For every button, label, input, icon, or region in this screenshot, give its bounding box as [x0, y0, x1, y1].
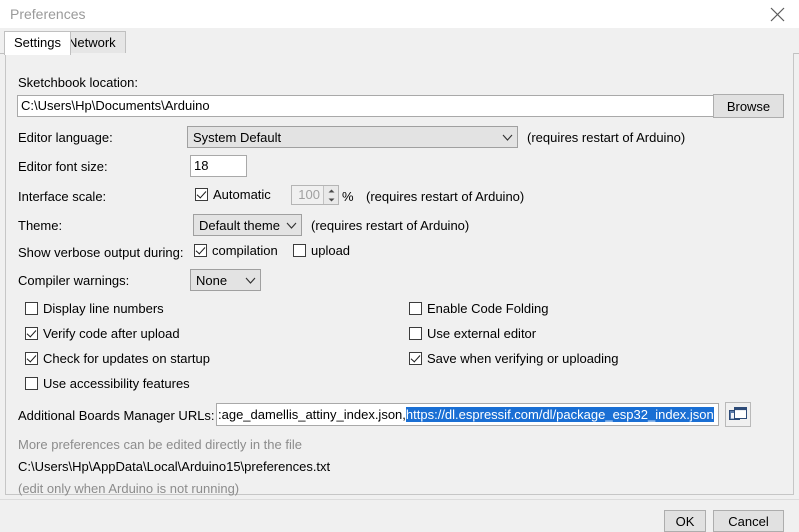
checkbox-verify-code-after-upload[interactable]: Verify code after upload [25, 326, 180, 341]
interface-scale-hint: (requires restart of Arduino) [366, 189, 524, 204]
compiler-warnings-value: None [191, 273, 240, 288]
cascade-windows-icon [729, 407, 747, 423]
interface-scale-label: Interface scale: [18, 189, 106, 204]
checkbox-use-accessibility-features[interactable]: Use accessibility features [25, 376, 190, 391]
interface-scale-percent-stepper[interactable]: 100 [291, 185, 339, 205]
compiler-warnings-label: Compiler warnings: [18, 273, 129, 288]
verbose-upload-label: upload [311, 243, 350, 258]
editor-language-select[interactable]: System Default [187, 126, 518, 148]
interface-scale-percent-value: 100 [292, 186, 323, 204]
close-button[interactable] [755, 0, 799, 28]
tab-strip: Settings Network [0, 28, 799, 54]
checkbox-box [25, 302, 38, 315]
checkbox-label: Enable Code Folding [427, 301, 548, 316]
checkbox-display-line-numbers[interactable]: Display line numbers [25, 301, 164, 316]
ok-button[interactable]: OK [664, 510, 706, 532]
interface-scale-automatic-label: Automatic [213, 187, 271, 202]
tab-settings[interactable]: Settings [4, 31, 71, 55]
checkbox-box [25, 327, 38, 340]
theme-label: Theme: [18, 218, 62, 233]
stepper-down-icon [324, 195, 338, 204]
verbose-output-label: Show verbose output during: [18, 245, 184, 260]
close-icon [770, 7, 785, 22]
editor-language-hint: (requires restart of Arduino) [527, 130, 685, 145]
checkbox-label: Use accessibility features [43, 376, 190, 391]
footer-separator [0, 499, 799, 500]
chevron-down-icon [240, 277, 260, 284]
browse-button[interactable]: Browse [713, 94, 784, 118]
footnote-preferences-path: C:\Users\Hp\AppData\Local\Arduino15\pref… [18, 459, 330, 474]
sketchbook-location-input[interactable]: C:\Users\Hp\Documents\Arduino [17, 95, 714, 117]
checkbox-check-for-updates-on-startup[interactable]: Check for updates on startup [25, 351, 210, 366]
checkbox-box [25, 377, 38, 390]
chevron-down-icon [497, 134, 517, 141]
theme-hint: (requires restart of Arduino) [311, 218, 469, 233]
editor-font-size-input[interactable]: 18 [190, 155, 247, 177]
checkbox-box [25, 352, 38, 365]
checkbox-box [409, 352, 422, 365]
cancel-button[interactable]: Cancel [713, 510, 784, 532]
sketchbook-location-label: Sketchbook location: [18, 75, 138, 90]
checkbox-save-when-verifying-or-uploading[interactable]: Save when verifying or uploading [409, 351, 619, 366]
chevron-down-icon [281, 222, 301, 229]
boards-urls-selected-text: https://dl.espressif.com/dl/package_esp3… [406, 407, 714, 422]
verbose-compilation-label: compilation [212, 243, 278, 258]
editor-language-value: System Default [188, 130, 497, 145]
checkbox-box [195, 188, 208, 201]
boards-urls-text-before: :age_damellis_attiny_index.json, [218, 407, 406, 422]
title-bar: Preferences [0, 0, 799, 28]
checkbox-label: Verify code after upload [43, 326, 180, 341]
checkbox-label: Display line numbers [43, 301, 164, 316]
ok-button-label: OK [676, 514, 695, 529]
checkbox-label: Use external editor [427, 326, 536, 341]
verbose-compilation-checkbox[interactable]: compilation [194, 243, 278, 258]
boards-urls-expand-button[interactable] [725, 402, 751, 427]
editor-font-size-label: Editor font size: [18, 159, 108, 174]
interface-scale-percent-symbol: % [342, 189, 354, 204]
boards-manager-urls-label: Additional Boards Manager URLs: [18, 408, 215, 423]
checkbox-use-external-editor[interactable]: Use external editor [409, 326, 536, 341]
checkbox-label: Check for updates on startup [43, 351, 210, 366]
checkbox-box [293, 244, 306, 257]
checkbox-box [409, 327, 422, 340]
compiler-warnings-select[interactable]: None [190, 269, 261, 291]
checkbox-label: Save when verifying or uploading [427, 351, 619, 366]
tab-settings-label: Settings [14, 35, 61, 50]
footnote-line-3: (edit only when Arduino is not running) [18, 481, 239, 496]
checkbox-box [194, 244, 207, 257]
checkbox-box [409, 302, 422, 315]
window-title: Preferences [10, 6, 85, 22]
checkbox-enable-code-folding[interactable]: Enable Code Folding [409, 301, 548, 316]
cancel-button-label: Cancel [728, 514, 768, 529]
browse-button-label: Browse [727, 99, 770, 114]
verbose-upload-checkbox[interactable]: upload [293, 243, 350, 258]
editor-language-label: Editor language: [18, 130, 113, 145]
stepper-up-icon [324, 186, 338, 195]
theme-select[interactable]: Default theme [193, 214, 302, 236]
theme-value: Default theme [194, 218, 281, 233]
stepper-buttons[interactable] [323, 186, 338, 204]
interface-scale-automatic-checkbox[interactable]: Automatic [195, 187, 271, 202]
tab-network-label: Network [68, 35, 116, 50]
boards-manager-urls-input[interactable]: :age_damellis_attiny_index.json,https://… [216, 403, 719, 426]
footnote-line-1: More preferences can be edited directly … [18, 437, 302, 452]
settings-panel: Sketchbook location: C:\Users\Hp\Documen… [5, 53, 794, 495]
